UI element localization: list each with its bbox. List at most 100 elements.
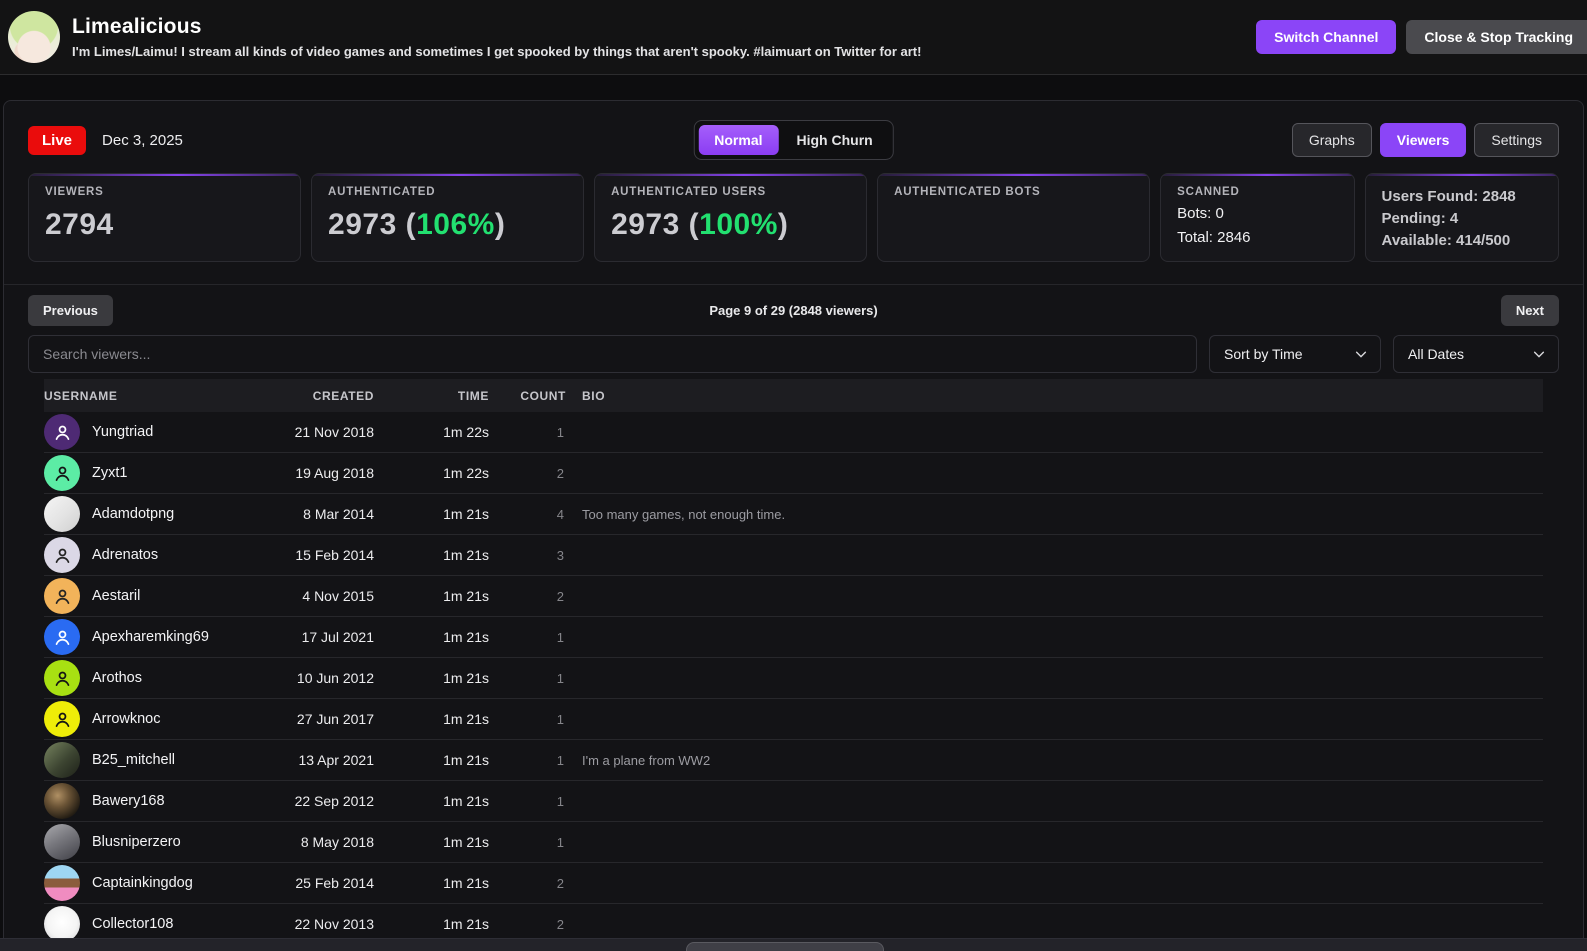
visit-count: 1 xyxy=(556,793,564,809)
person-icon xyxy=(55,548,69,563)
chevron-down-icon xyxy=(1354,347,1368,361)
created-date: 27 Jun 2017 xyxy=(296,711,374,727)
header-bio: BIO xyxy=(582,388,606,403)
table-row[interactable]: Captainkingdog 25 Feb 2014 1m 21s 2 xyxy=(44,863,1543,904)
visit-count: 1 xyxy=(556,629,564,645)
previous-page-button[interactable]: Previous xyxy=(28,294,113,326)
watch-time: 1m 21s xyxy=(443,834,489,850)
user-avatar xyxy=(44,414,80,450)
card-label: AUTHENTICATED USERS xyxy=(611,186,766,198)
percent-value: 106% xyxy=(416,208,495,241)
close-stop-tracking-button[interactable]: Close & Stop Tracking xyxy=(1406,20,1587,54)
channel-description: I'm Limes/Laimu! I stream all kinds of v… xyxy=(72,44,922,59)
chevron-down-icon xyxy=(1532,347,1546,361)
username-link[interactable]: Arothos xyxy=(92,670,142,686)
visit-count: 2 xyxy=(556,588,564,604)
visit-count: 4 xyxy=(556,506,564,522)
user-avatar xyxy=(44,619,80,655)
sort-select-value: Sort by Time xyxy=(1224,346,1303,362)
watch-time: 1m 21s xyxy=(443,793,489,809)
card-value: 2973 (106%) xyxy=(328,208,506,241)
table-row[interactable]: Adamdotpng 8 Mar 2014 1m 21s 4 Too many … xyxy=(44,494,1543,535)
switch-channel-button[interactable]: Switch Channel xyxy=(1256,20,1397,54)
table-row[interactable]: Apexharemking69 17 Jul 2021 1m 21s 1 xyxy=(44,617,1543,658)
watch-time: 1m 21s xyxy=(443,711,489,727)
card-viewers: VIEWERS 2794 xyxy=(28,173,302,262)
username-link[interactable]: Apexharemking69 xyxy=(92,629,209,645)
card-label: SCANNED xyxy=(1177,186,1240,198)
header-time: TIME xyxy=(457,388,489,403)
sort-select[interactable]: Sort by Time xyxy=(1209,335,1381,373)
username-link[interactable]: Adrenatos xyxy=(92,547,158,563)
card-totals: Users Found: 2848 Pending: 4 Available: … xyxy=(1364,173,1559,262)
date-filter-select[interactable]: All Dates xyxy=(1393,335,1559,373)
scanned-total: Total: 2846 xyxy=(1177,229,1251,246)
username-link[interactable]: Adamdotpng xyxy=(92,506,174,522)
created-date: 13 Apr 2021 xyxy=(298,752,374,768)
page-info: Page 9 of 29 (2848 viewers) xyxy=(709,302,878,318)
live-badge: Live xyxy=(28,125,87,155)
user-avatar xyxy=(44,906,80,942)
search-input[interactable] xyxy=(28,335,1197,373)
created-date: 17 Jul 2021 xyxy=(301,629,374,645)
user-avatar xyxy=(44,455,80,491)
stat-cards: VIEWERS 2794 AUTHENTICATED 2973 (106%) A… xyxy=(4,157,1583,262)
table-row[interactable]: B25_mitchell 13 Apr 2021 1m 21s 1 I'm a … xyxy=(44,740,1543,781)
tab-viewers[interactable]: Viewers xyxy=(1379,123,1467,157)
channel-name: Limealicious xyxy=(72,15,202,38)
pending: Pending: 4 xyxy=(1381,210,1459,227)
username-link[interactable]: Captainkingdog xyxy=(92,875,193,891)
user-avatar xyxy=(44,865,80,901)
username-link[interactable]: B25_mitchell xyxy=(92,752,175,768)
watch-time: 1m 22s xyxy=(443,424,489,440)
created-date: 4 Nov 2015 xyxy=(302,588,374,604)
table-row[interactable]: Bawery168 22 Sep 2012 1m 21s 1 xyxy=(44,781,1543,822)
watch-time: 1m 21s xyxy=(443,670,489,686)
viewers-section: Previous Page 9 of 29 (2848 viewers) Nex… xyxy=(4,284,1583,945)
card-value: 2973 (100%) xyxy=(611,208,789,241)
status-row: Live Dec 3, 2025 Normal High Churn Graph… xyxy=(4,101,1583,160)
tab-graphs[interactable]: Graphs xyxy=(1291,123,1372,157)
created-date: 22 Sep 2012 xyxy=(294,793,374,809)
username-link[interactable]: Bawery168 xyxy=(92,793,165,809)
table-row[interactable]: Aestaril 4 Nov 2015 1m 21s 2 xyxy=(44,576,1543,617)
table-row[interactable]: Arothos 10 Jun 2012 1m 21s 1 xyxy=(44,658,1543,699)
tab-settings[interactable]: Settings xyxy=(1474,123,1559,157)
created-date: 8 May 2018 xyxy=(300,834,374,850)
person-icon xyxy=(55,671,69,686)
channel-avatar xyxy=(8,11,60,63)
username-link[interactable]: Yungtriad xyxy=(92,424,153,440)
date-filter-value: All Dates xyxy=(1408,346,1465,362)
mode-toggle-normal[interactable]: Normal xyxy=(698,125,779,155)
table-row[interactable]: Blusniperzero 8 May 2018 1m 21s 1 xyxy=(44,822,1543,863)
table-row[interactable]: Zyxt1 19 Aug 2018 1m 22s 2 xyxy=(44,453,1543,494)
username-link[interactable]: Arrowknoc xyxy=(92,711,161,727)
stream-date: Dec 3, 2025 xyxy=(102,131,183,149)
user-avatar xyxy=(44,783,80,819)
watch-time: 1m 21s xyxy=(443,629,489,645)
person-icon xyxy=(55,466,69,481)
watch-time: 1m 21s xyxy=(443,506,489,522)
card-label: AUTHENTICATED BOTS xyxy=(894,186,1041,198)
next-page-button[interactable]: Next xyxy=(1500,294,1559,326)
table-row[interactable]: Yungtriad 21 Nov 2018 1m 22s 1 xyxy=(44,412,1543,453)
viewer-toolbar: Sort by Time All Dates xyxy=(28,335,1559,373)
channel-header: Limealicious I'm Limes/Laimu! I stream a… xyxy=(0,0,1587,75)
mode-toggle-high-churn[interactable]: High Churn xyxy=(781,125,889,155)
created-date: 25 Feb 2014 xyxy=(295,875,374,891)
table-row[interactable]: Arrowknoc 27 Jun 2017 1m 21s 1 xyxy=(44,699,1543,740)
username-link[interactable]: Collector108 xyxy=(92,916,173,932)
visit-count: 3 xyxy=(556,547,564,563)
username-link[interactable]: Zyxt1 xyxy=(92,465,127,481)
created-date: 8 Mar 2014 xyxy=(303,506,374,522)
visit-count: 1 xyxy=(556,670,564,686)
user-bio: I'm a plane from WW2 xyxy=(582,752,711,768)
card-label: VIEWERS xyxy=(45,186,104,198)
created-date: 19 Aug 2018 xyxy=(295,465,374,481)
user-avatar xyxy=(44,701,80,737)
mode-toggle: Normal High Churn xyxy=(693,120,894,160)
table-row[interactable]: Adrenatos 15 Feb 2014 1m 21s 3 xyxy=(44,535,1543,576)
person-icon xyxy=(55,630,69,645)
username-link[interactable]: Blusniperzero xyxy=(92,834,181,850)
username-link[interactable]: Aestaril xyxy=(92,588,140,604)
